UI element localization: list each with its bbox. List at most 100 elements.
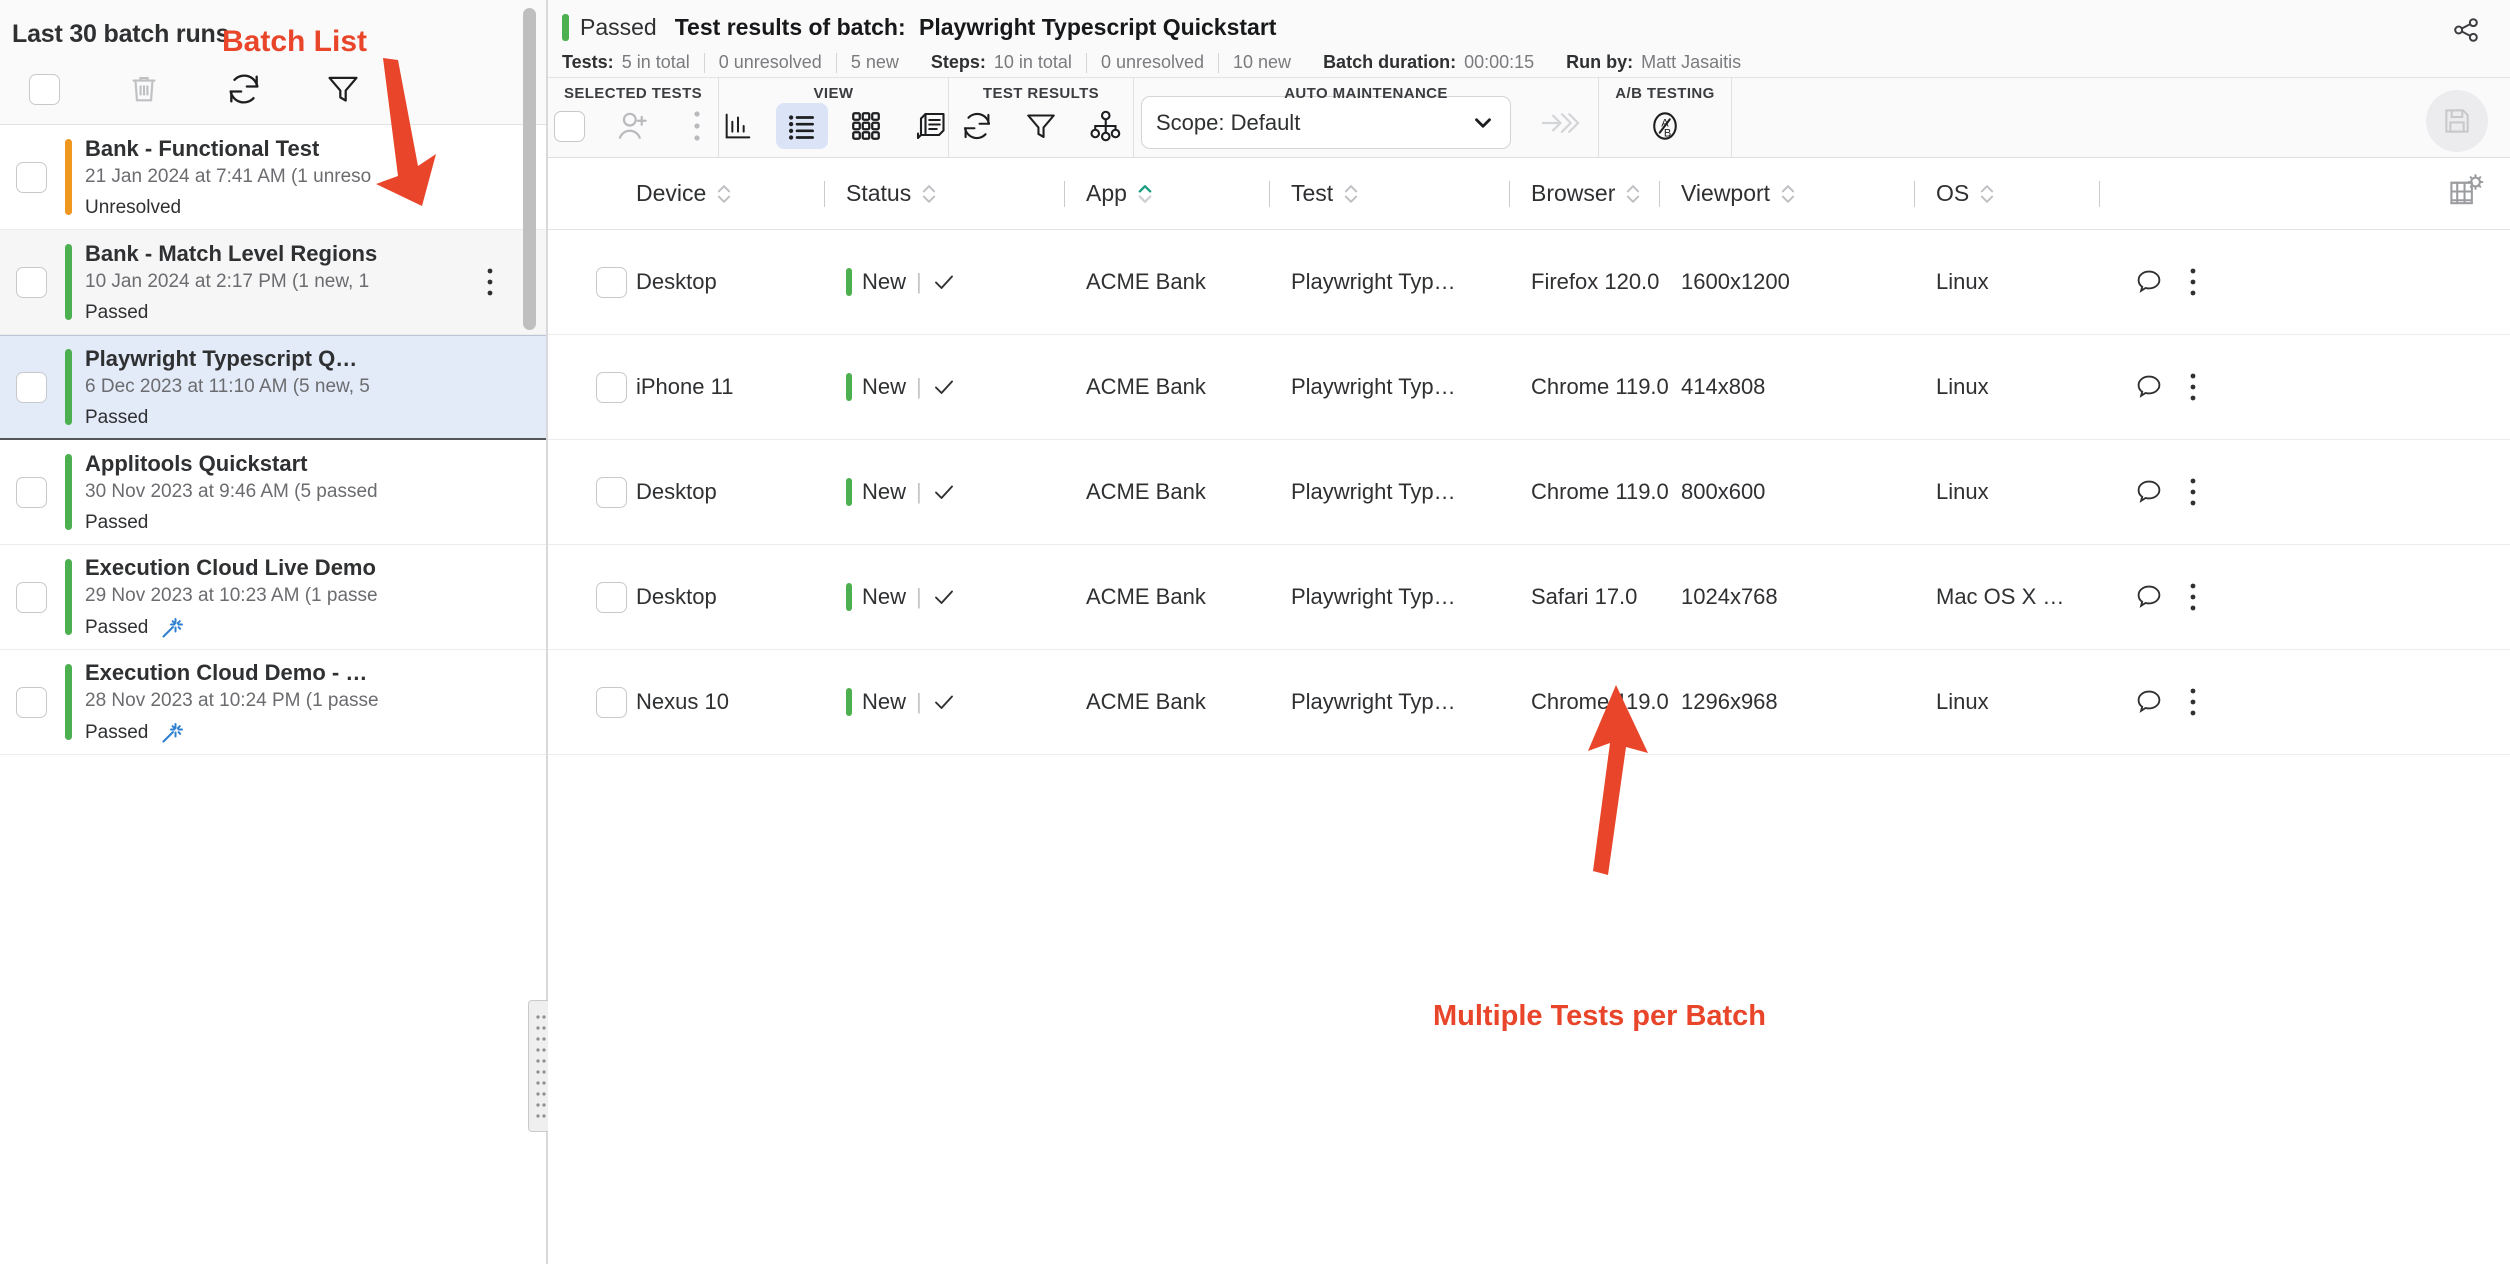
sidebar-scrollbar[interactable] [523,8,536,330]
status-separator: | [916,689,922,715]
column-header-viewport[interactable]: Viewport [1681,158,1936,229]
save-button[interactable] [2426,90,2488,152]
column-header-app[interactable]: App [1086,158,1291,229]
batch-item-meta: 29 Nov 2023 at 10:23 AM (1 passe [85,585,546,608]
batch-list-item[interactable]: Bank - Match Level Regions 10 Jan 2024 a… [0,230,546,335]
column-header-os[interactable]: OS [1936,158,2121,229]
page-title-value: Playwright Typescript Quickstart [919,14,1276,40]
batch-item-state-row: Passed [85,302,546,324]
accept-check-icon[interactable] [932,375,956,399]
comment-icon[interactable] [2133,686,2165,718]
table-settings-button[interactable] [2447,172,2485,215]
accept-check-icon[interactable] [932,690,956,714]
row-checkbox-cell [548,372,636,403]
comment-icon[interactable] [2133,371,2165,403]
row-checkbox[interactable] [596,687,627,718]
status-label: New [862,479,906,505]
batch-item-meta: 21 Jan 2024 at 7:41 AM (1 unreso [85,166,546,189]
table-row[interactable]: Desktop New | ACME Bank Playwright Typ… … [548,230,2510,335]
accept-check-icon[interactable] [932,585,956,609]
selected-tests-checkbox-button[interactable] [543,103,595,149]
batch-item-checkbox[interactable] [16,477,47,508]
row-more-options-icon[interactable] [2189,477,2197,507]
batch-item-state: Passed [85,407,148,429]
batch-item-checkbox[interactable] [16,162,47,193]
cell-os: Linux [1936,374,2121,400]
ab-testing-button[interactable]: A B [1639,103,1691,149]
column-header-test[interactable]: Test [1291,158,1531,229]
cell-actions [2121,371,2510,403]
batch-item-checkbox[interactable] [16,267,47,298]
batch-list-item[interactable]: Playwright Typescript Q… 6 Dec 2023 at 1… [0,335,546,440]
cell-viewport: 800x600 [1681,479,1936,505]
refresh-icon [959,108,995,144]
grid-view-icon [849,109,883,143]
batch-item-checkbox[interactable] [16,582,47,613]
results-refresh-button[interactable] [951,103,1003,149]
batch-item-more-button[interactable] [486,267,510,297]
row-more-options-icon[interactable] [2189,267,2197,297]
batch-status-indicator [65,559,72,635]
auto-maintenance-wand-icon [160,616,184,640]
batch-status-indicator [65,454,72,530]
toolbar-group-icons: Scope: Default [1141,96,1591,149]
toolbar-group-ab-testing: A/B TESTING A B [1598,78,1731,157]
status-label: New [862,269,906,295]
status-indicator [846,478,852,506]
batch-item-checkbox[interactable] [16,372,47,403]
row-checkbox[interactable] [596,372,627,403]
column-label: Test [1291,180,1333,207]
row-more-options-icon[interactable] [2189,372,2197,402]
batch-stats: Tests: 5 in total 0 unresolved 5 new Ste… [548,52,2510,73]
accept-check-icon[interactable] [932,270,956,294]
sort-icon [1342,181,1360,207]
row-checkbox-cell [548,477,636,508]
apply-all-button[interactable] [1533,100,1585,146]
comment-icon[interactable] [2133,476,2165,508]
table-row[interactable]: Desktop New | ACME Bank Playwright Typ… … [548,440,2510,545]
batch-list[interactable]: Bank - Functional Test 21 Jan 2024 at 7:… [0,125,546,1264]
list-view-button[interactable] [776,103,828,149]
assign-user-button[interactable] [607,103,659,149]
tests-unresolved: 0 unresolved [719,52,822,73]
share-button[interactable] [2444,8,2488,52]
scope-select[interactable]: Scope: Default [1141,96,1511,149]
sidebar-delete-button[interactable] [127,71,161,107]
batch-list-item[interactable]: Execution Cloud Demo - … 28 Nov 2023 at … [0,650,546,755]
column-divider [1659,181,1660,207]
group-by-button[interactable] [1079,103,1131,149]
column-header-status[interactable]: Status [846,158,1086,229]
row-more-options-icon[interactable] [2189,687,2197,717]
sidebar-select-all-checkbox[interactable] [29,74,60,105]
column-header-device[interactable]: Device [636,158,846,229]
comment-icon[interactable] [2133,266,2165,298]
toolbar-group-save [1731,78,2510,157]
row-checkbox[interactable] [596,267,627,298]
results-filter-button[interactable] [1015,103,1067,149]
table-row[interactable]: Desktop New | ACME Bank Playwright Typ… … [548,545,2510,650]
batch-list-arrow [350,58,470,208]
row-checkbox[interactable] [596,582,627,613]
table-row[interactable]: iPhone 11 New | ACME Bank Playwright Typ… [548,335,2510,440]
batch-item-body: Bank - Functional Test 21 Jan 2024 at 7:… [85,135,546,218]
batch-list-item[interactable]: Execution Cloud Live Demo 29 Nov 2023 at… [0,545,546,650]
batch-item-checkbox[interactable] [16,687,47,718]
row-more-options-icon[interactable] [2189,582,2197,612]
cell-viewport: 1600x1200 [1681,269,1936,295]
table-row[interactable]: Nexus 10 New | ACME Bank Playwright Typ…… [548,650,2510,755]
column-label: App [1086,180,1127,207]
cell-os: Mac OS X … [1936,584,2121,610]
batch-list-item[interactable]: Applitools Quickstart 30 Nov 2023 at 9:4… [0,440,546,545]
chart-view-icon [721,109,755,143]
column-label: Device [636,180,706,207]
cell-status: New | [846,268,1086,296]
table-header-row: Device Status App [548,158,2510,230]
sidebar-refresh-button[interactable] [224,69,264,109]
row-checkbox[interactable] [596,477,627,508]
chart-view-button[interactable] [712,103,764,149]
batch-header: Passed Test results of batch: Playwright… [548,0,2510,78]
batch-item-state: Passed [85,512,148,534]
grid-view-button[interactable] [840,103,892,149]
comment-icon[interactable] [2133,581,2165,613]
accept-check-icon[interactable] [932,480,956,504]
